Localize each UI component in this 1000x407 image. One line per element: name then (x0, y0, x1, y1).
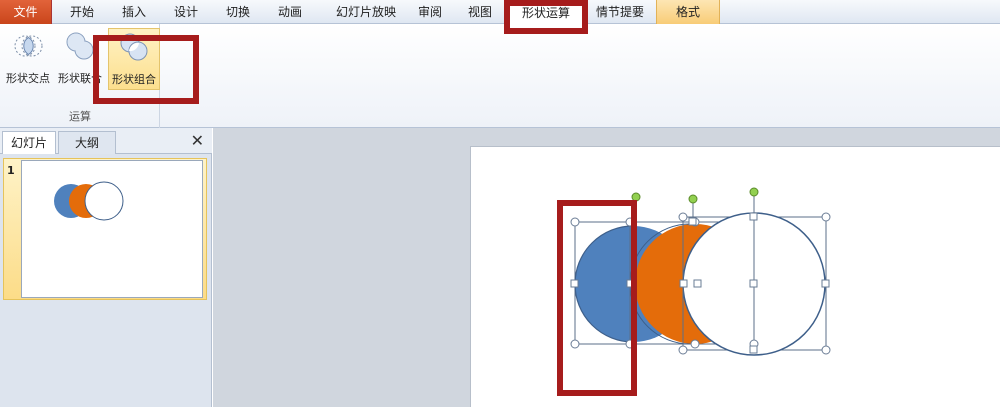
highlight-box-shape (557, 200, 637, 396)
rotate-handle-2[interactable] (688, 194, 698, 204)
rotate-handle-3[interactable] (749, 187, 759, 197)
highlight-box-tab (504, 0, 588, 34)
highlight-box-button (93, 35, 199, 104)
